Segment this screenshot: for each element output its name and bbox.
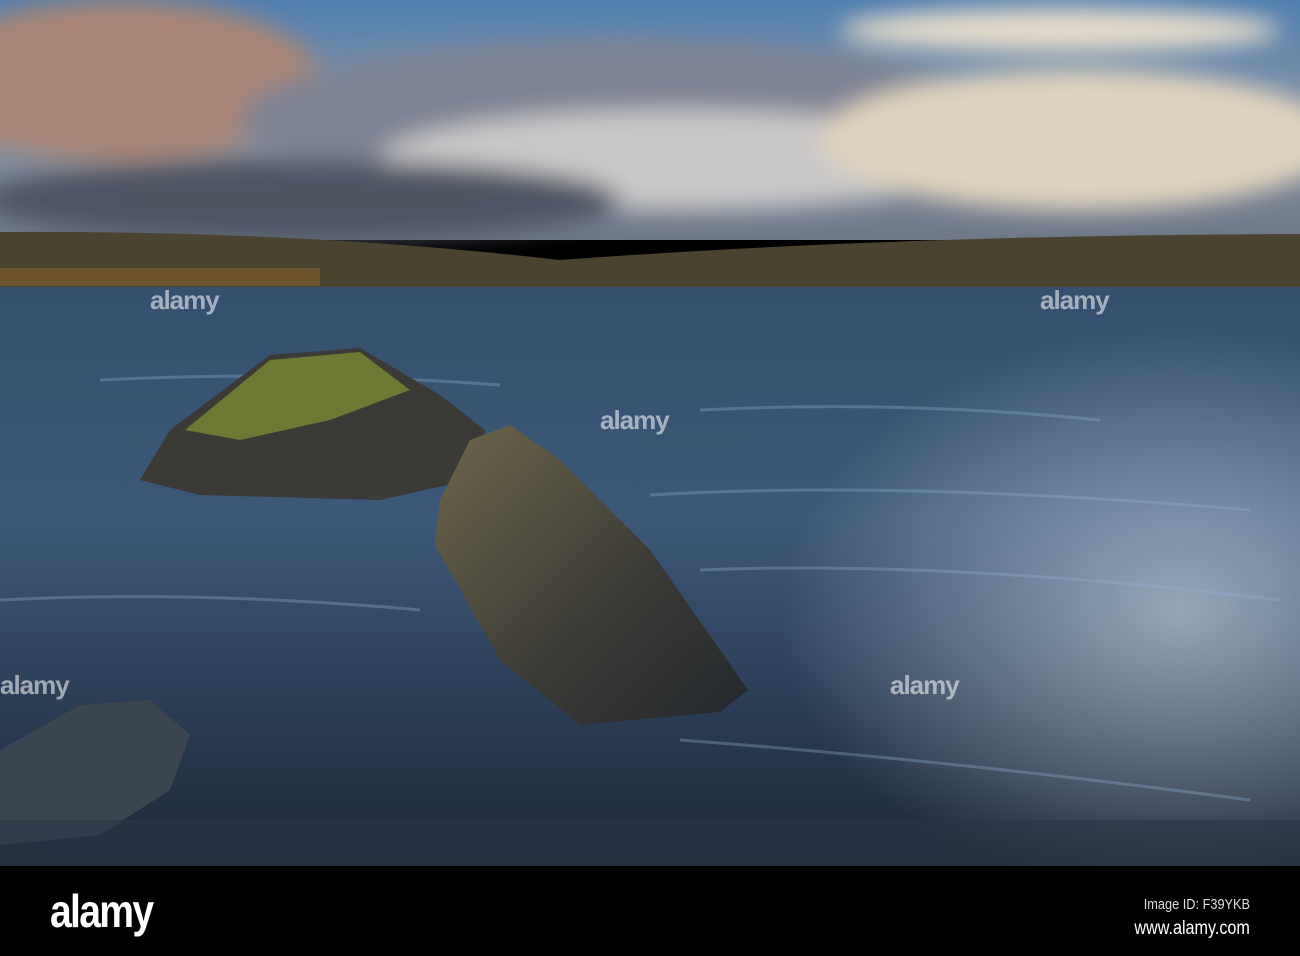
watermark: alamy [1040,285,1110,315]
site-url: www.alamy.com [1134,918,1250,939]
footer-bar: alamy Image ID: F39YKB www.alamy.com [0,866,1300,956]
watermark: alamy [600,405,670,435]
stock-photo-page: alamy alamy alamy alamy alamy alamy Imag… [0,0,1300,956]
image-id: Image ID: F39YKB [1143,896,1250,913]
watermark: alamy [890,670,960,700]
watermark: alamy [0,670,70,700]
watermark: alamy [150,285,220,315]
alamy-logo: alamy [50,885,154,937]
